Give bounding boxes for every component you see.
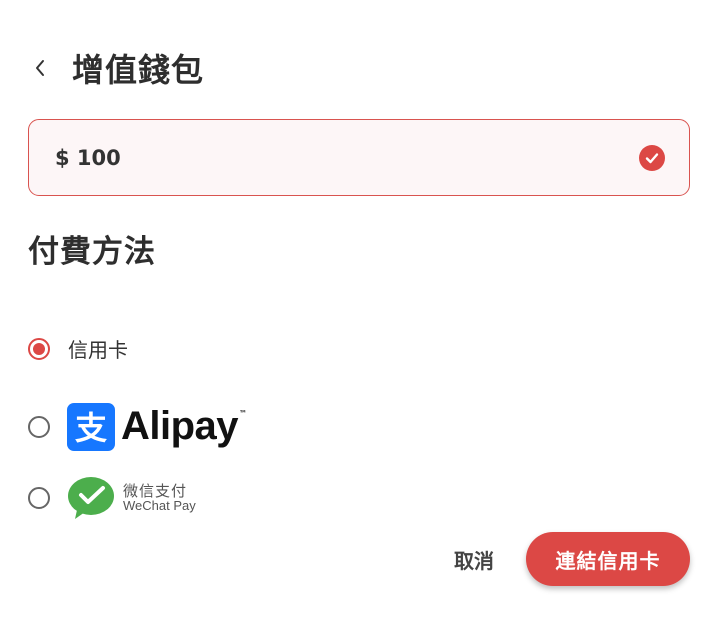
wechat-pay-en-label: WeChat Pay bbox=[123, 498, 196, 514]
credit-card-label: 信用卡 bbox=[68, 338, 128, 362]
amount-input[interactable] bbox=[53, 144, 457, 171]
cancel-button[interactable]: 取消 bbox=[444, 538, 504, 580]
radio-dot bbox=[33, 342, 45, 355]
radio-button[interactable] bbox=[28, 416, 50, 438]
payment-option-alipay[interactable]: 支 Alipay ™ bbox=[28, 403, 247, 451]
payment-method-title: 付費方法 bbox=[28, 234, 156, 270]
link-credit-card-button[interactable]: 連結信用卡 bbox=[526, 532, 690, 586]
alipay-mark: 支 bbox=[75, 409, 107, 447]
amount-field[interactable] bbox=[28, 119, 690, 196]
back-button[interactable] bbox=[28, 48, 52, 88]
alipay-logo: 支 Alipay ™ bbox=[67, 403, 247, 451]
wechat-pay-cn-label: 微信支付 bbox=[123, 481, 188, 500]
payment-option-wechat-pay[interactable]: 微信支付 WeChat Pay bbox=[28, 476, 196, 520]
wechat-pay-icon bbox=[68, 477, 114, 519]
alipay-icon: 支 bbox=[67, 403, 115, 451]
chevron-left-icon bbox=[36, 60, 44, 76]
alipay-wordmark: Alipay bbox=[121, 403, 239, 448]
radio-button[interactable] bbox=[28, 487, 50, 509]
page-title: 增值錢包 bbox=[72, 51, 205, 89]
radio-button-selected[interactable] bbox=[28, 337, 50, 360]
check-circle-icon bbox=[639, 144, 665, 171]
page-header: 增值錢包 bbox=[28, 40, 204, 96]
payment-option-credit-card[interactable]: 信用卡 bbox=[28, 334, 128, 363]
wechat-pay-logo: 微信支付 WeChat Pay bbox=[67, 476, 196, 520]
trademark-symbol: ™ bbox=[239, 408, 248, 418]
